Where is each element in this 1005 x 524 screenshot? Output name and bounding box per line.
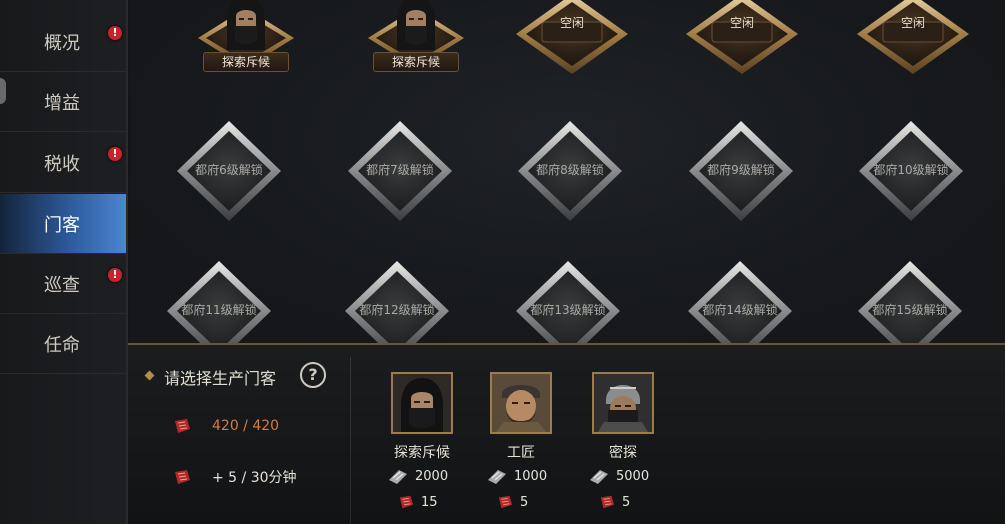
- retainer-slot-grid: 探索斥候 探索斥候 空闲 空闲 空闲 都府6级解锁 都府7级解锁 都府8级解锁 …: [130, 0, 1005, 361]
- silver-cost: 5000: [588, 466, 649, 486]
- slot-unlock-requirement: 都府6级解锁: [195, 163, 263, 177]
- red-token-icon: [175, 470, 190, 484]
- sidebar-item-label: 门客: [44, 214, 80, 236]
- sidebar-item-label: 巡查: [44, 274, 80, 296]
- capacity-row: 420 / 420: [172, 417, 279, 435]
- sidebar-item-retainers[interactable]: 门客: [0, 194, 126, 254]
- slot-unlock-requirement: 都府13级解锁: [530, 303, 606, 317]
- token-cost: 15: [397, 494, 438, 510]
- slot-unlock-requirement: 都府14级解锁: [702, 303, 778, 317]
- slot-unlock-requirement: 都府7级解锁: [366, 163, 434, 177]
- retainer-name: 工匠: [507, 445, 535, 461]
- sidebar-item-tax[interactable]: 税收 !: [0, 133, 126, 193]
- production-panel: 请选择生产门客 ? 420 / 420 + 5 / 30分钟 探索斥候 2000…: [128, 343, 1005, 524]
- red-token-icon: [175, 419, 190, 433]
- retainer-slot-occupied[interactable]: 探索斥候: [356, 0, 476, 96]
- silver-ingot-icon: [590, 470, 608, 484]
- panel-divider: [350, 357, 351, 524]
- capacity-value: 420 / 420: [212, 418, 280, 434]
- silver-cost: 1000: [486, 466, 547, 486]
- retainer-slot-locked[interactable]: 都府8级解锁: [510, 117, 630, 227]
- slot-unlock-requirement: 都府8级解锁: [536, 163, 604, 177]
- sidebar-item-overview[interactable]: 概况 !: [0, 12, 126, 72]
- slot-unlock-requirement: 都府15级解锁: [872, 303, 948, 317]
- craftsman-portrait-icon: [490, 372, 552, 434]
- sidebar-item-appoint[interactable]: 任命: [0, 314, 126, 374]
- red-token-icon: [600, 495, 615, 509]
- token-cost: 5: [496, 494, 528, 510]
- silver-cost: 2000: [387, 466, 448, 486]
- slot-unlock-requirement: 都府12级解锁: [359, 303, 435, 317]
- alert-badge-icon: !: [108, 26, 122, 40]
- red-token-icon: [399, 495, 414, 509]
- slot-idle-label: 空闲: [559, 16, 584, 30]
- retainer-slot-idle[interactable]: 空闲: [512, 0, 632, 102]
- sidebar-item-label: 任命: [44, 334, 80, 356]
- retainer-slot-locked[interactable]: 都府7级解锁: [340, 117, 460, 227]
- slot-name-tag: 探索斥候: [373, 52, 459, 72]
- retainer-slot-locked[interactable]: 都府10级解锁: [851, 117, 971, 227]
- retainer-name: 探索斥候: [394, 445, 450, 461]
- slot-unlock-requirement: 都府11级解锁: [181, 303, 257, 317]
- retainer-slot-idle[interactable]: 空闲: [853, 0, 973, 102]
- slot-unlock-requirement: 都府9级解锁: [707, 163, 775, 177]
- hooded-scout-avatar-icon: [223, 0, 269, 50]
- slot-idle-label: 空闲: [729, 16, 754, 30]
- sidebar-item-buffs[interactable]: 增益: [0, 72, 126, 132]
- red-token-icon: [498, 495, 513, 509]
- token-cost: 5: [598, 494, 630, 510]
- production-rate-value: + 5 / 30分钟: [212, 470, 297, 486]
- sidebar-item-label: 增益: [44, 92, 80, 114]
- slot-idle-label: 空闲: [900, 16, 925, 30]
- production-rate-row: + 5 / 30分钟: [172, 467, 297, 487]
- slot-unlock-requirement: 都府10级解锁: [873, 163, 949, 177]
- helmeted-spy-portrait-icon: [592, 372, 654, 434]
- sidebar: 概况 ! 增益 税收 ! 门客 巡查 ! 任命: [0, 0, 128, 524]
- alert-badge-icon: !: [108, 268, 122, 282]
- sidebar-item-patrol[interactable]: 巡查 !: [0, 254, 126, 314]
- select-retainer-prompt: 请选择生产门客: [164, 369, 277, 388]
- retainer-name: 密探: [609, 445, 637, 461]
- sidebar-item-label: 税收: [44, 153, 80, 175]
- retainer-slot-locked[interactable]: 都府6级解锁: [169, 117, 289, 227]
- hooded-scout-portrait-icon: [391, 372, 453, 434]
- silver-ingot-icon: [389, 470, 407, 484]
- bullet-diamond-icon: [144, 370, 155, 381]
- hooded-scout-avatar-icon: [393, 0, 439, 50]
- silver-ingot-icon: [488, 470, 506, 484]
- slot-name-tag: 探索斥候: [203, 52, 289, 72]
- retainer-slot-occupied[interactable]: 探索斥候: [186, 0, 306, 96]
- sidebar-item-label: 概况: [44, 32, 80, 54]
- retainer-slot-locked[interactable]: 都府9级解锁: [681, 117, 801, 227]
- help-icon[interactable]: ?: [300, 362, 326, 388]
- alert-badge-icon: !: [108, 147, 122, 161]
- retainer-slot-idle[interactable]: 空闲: [682, 0, 802, 102]
